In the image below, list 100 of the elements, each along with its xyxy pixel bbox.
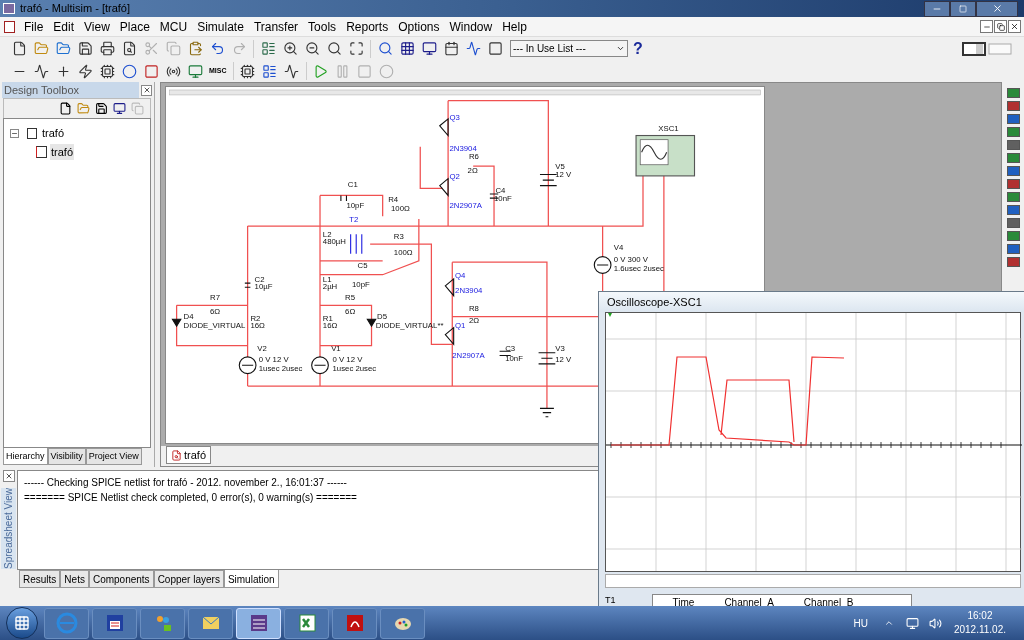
menu-item[interactable]: Edit [48,17,80,36]
document-icon [4,20,15,33]
instrument-icon[interactable] [1006,88,1020,98]
component-label: V1 [331,344,341,354]
taskbar-button[interactable] [284,607,329,639]
close-button[interactable] [2,470,15,482]
component-label: C5 [357,260,368,270]
column-header: Time [672,596,695,610]
taskbar-button[interactable] [92,607,137,639]
restore-button[interactable] [950,0,976,17]
column-header: Channel_B [803,596,854,610]
panel-tab[interactable]: Project View [85,448,142,465]
menu-item[interactable]: Help [497,17,532,36]
component-label: 16Ω [322,320,338,330]
component-label: 10µF [254,281,273,291]
instrument-icon[interactable] [1006,153,1020,163]
spreadsheet-tab[interactable]: Nets [60,570,89,588]
spreadsheet-tab[interactable]: Simulation [223,570,279,588]
menu-item[interactable]: MCU [154,17,193,36]
component-label: Q2 [449,171,460,181]
component-label: 0 V 12 V [332,355,363,365]
close-button[interactable] [141,84,152,96]
restore-button[interactable] [994,20,1007,33]
instrument-icon[interactable] [1006,166,1020,176]
component-label: L2 [322,230,332,240]
component-label: 0 V 12 V [258,355,289,365]
spreadsheet-tab[interactable]: Results [19,570,61,588]
menu-item[interactable]: Tools [303,17,342,36]
tree-item[interactable]: trafó [42,125,64,142]
close-button[interactable] [1008,20,1021,33]
scroll-bar[interactable] [605,574,1021,588]
in-use-list-dropdown[interactable]: --- In Use List --- [510,40,628,57]
restore-icon [996,22,1005,31]
tree-item[interactable]: trafó [50,143,74,160]
instrument-icon[interactable] [1006,244,1020,254]
minimize-button[interactable] [980,20,993,33]
app-icon [3,3,15,14]
component-label: V4 [613,242,624,252]
menu-item[interactable]: File [19,17,49,36]
component-label: 2N2907A [449,200,482,210]
sheet-tab[interactable]: trafó [166,446,211,464]
component-label: 10nF [505,354,523,364]
instrument-icon[interactable] [1006,257,1020,267]
menu-item[interactable]: Reports [341,17,394,36]
component-label: 1usec 2usec [332,363,377,373]
instrument-icon[interactable] [1006,179,1020,189]
window-title: trafó - Multisim - [trafó] [20,1,131,17]
instrument-icon[interactable] [1006,101,1020,111]
component-label: D4 [183,312,194,322]
save-icon[interactable] [95,102,108,115]
menu-item[interactable]: Window [444,17,498,36]
new-file-icon[interactable] [59,102,72,115]
component-label: 6Ω [345,306,356,316]
restore-icon [959,4,967,13]
component-label: T2 [349,214,359,224]
component-label: C3 [505,344,516,354]
component-label: C1 [347,180,358,190]
help-button[interactable]: ? [633,36,643,61]
close-icon [4,472,13,480]
show-hidden-icons-icon[interactable] [883,618,894,628]
component-label: L1 [322,274,332,284]
caret-icon [616,44,625,53]
component-label: 100Ω [391,203,410,213]
instrument-icon[interactable] [1006,114,1020,124]
instrument-icon[interactable] [1006,192,1020,202]
instrument-icon[interactable] [1006,218,1020,228]
component-label: 10pF [346,200,365,210]
component-label: R2 [250,313,261,323]
component-label: 100Ω [393,248,413,258]
menu-item[interactable]: Options [393,17,445,36]
panel-tab[interactable]: Visibility [47,448,86,465]
panel-side-label: Spreadsheet View [1,488,16,569]
menu-item[interactable]: Simulate [192,17,249,36]
component-label: 2N3904 [455,285,483,295]
simulation-switch-icon [962,41,1012,56]
language-indicator[interactable]: HU [853,615,868,631]
menu-item[interactable]: Transfer [248,17,304,36]
minimize-button[interactable] [924,0,950,17]
component-label: 2µH [322,281,338,291]
cursor-label: T1 [605,594,616,607]
panel-tab[interactable]: Hierarchy [3,448,48,465]
component-label: R4 [388,195,399,205]
panel-title: Design Toolbox [2,81,139,99]
instrument-icon[interactable] [1006,140,1020,150]
menu-item[interactable]: Place [114,17,155,36]
tree-toggle[interactable] [10,128,19,138]
close-icon [991,3,1003,14]
component-label: R5 [345,292,356,302]
spreadsheet-tab[interactable]: Components [88,570,154,588]
instrument-icon[interactable] [1006,127,1020,137]
instrument-icon[interactable] [1006,205,1020,215]
spreadsheet-tab[interactable]: Copper layers [153,570,224,588]
open-folder-icon[interactable] [77,102,90,115]
speaker-icon[interactable] [928,616,942,630]
component-label: 2N3904 [449,143,477,153]
component-label: C2 [254,274,265,284]
close-icon [142,86,151,94]
instrument-icon[interactable] [1006,231,1020,241]
start-button[interactable] [6,607,38,639]
menu-item[interactable]: View [79,17,115,36]
